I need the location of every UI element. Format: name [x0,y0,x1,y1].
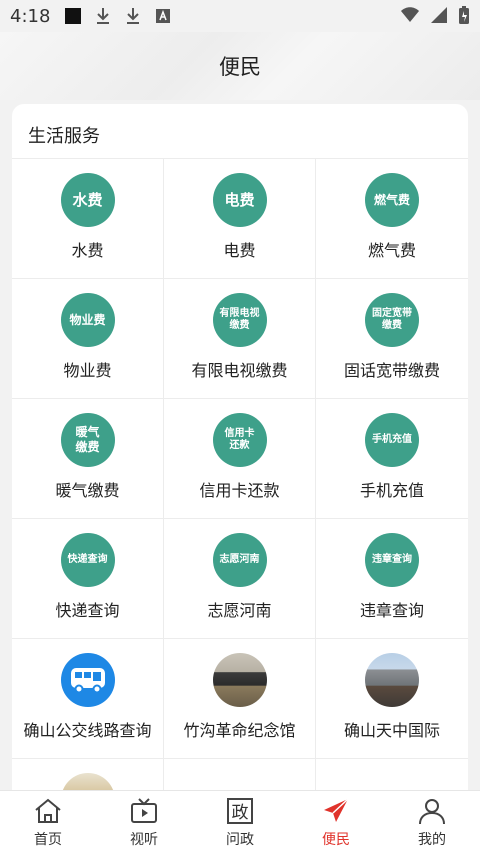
user-icon [417,796,447,826]
service-bus-route[interactable]: 确山公交线路查询 [12,639,164,759]
service-phone-topup[interactable]: 手机充值 手机充值 [316,399,468,519]
service-label: 确山天中国际 [343,721,440,740]
politics-icon: 政 [225,796,255,826]
wifi-icon [400,6,420,29]
service-label: 水费 [71,241,104,260]
service-heating-fee[interactable]: 暖气缴费 暖气缴费 [12,399,164,519]
notification-square-icon [62,5,84,27]
page-header: 便民 [0,32,480,100]
battery-icon [458,5,470,30]
status-bar: 4:18 [0,0,480,32]
service-label: 志愿河南 [207,601,272,620]
download-icon [92,5,114,27]
life-services-card: 生活服务 水费 水费 电费 电费 燃气费 燃气费 物业费 物业费 有限电视缴费 … [12,104,468,804]
express-query-icon: 快递查询 [60,533,115,587]
service-label: 信用卡还款 [199,481,280,500]
signal-icon [430,6,448,29]
traffic-violation-icon: 违章查询 [365,533,419,587]
service-express-query[interactable]: 快递查询 快递查询 [12,519,164,639]
tab-media[interactable]: 视听 [96,791,192,853]
page-title: 便民 [219,55,261,79]
property-fee-icon: 物业费 [60,293,115,347]
service-water-fee[interactable]: 水费 水费 [12,159,164,279]
service-label: 电费 [223,241,256,260]
services-grid: 水费 水费 电费 电费 燃气费 燃气费 物业费 物业费 有限电视缴费 有限电视缴… [12,158,468,804]
section-title: 生活服务 [28,126,100,147]
font-a-icon [152,5,174,27]
service-label: 竹沟革命纪念馆 [183,721,296,740]
service-cable-tv-fee[interactable]: 有限电视缴费 有限电视缴费 [164,279,316,399]
tv-icon [129,796,159,826]
service-property-fee[interactable]: 物业费 物业费 [12,279,164,399]
building-photo-icon [365,653,419,707]
broadband-fee-icon: 固定宽带缴费 [365,293,419,347]
bottom-tab-bar: 首页 视听 政 问政 便民 我的 [0,790,480,853]
credit-card-icon: 信用卡还款 [212,413,267,467]
tab-label: 我的 [418,831,446,848]
service-tianzhong[interactable]: 确山天中国际 [316,639,468,759]
service-label: 确山公交线路查询 [23,721,152,740]
service-label: 暖气缴费 [55,481,120,500]
download-icon [122,5,144,27]
service-electricity-fee[interactable]: 电费 电费 [164,159,316,279]
tab-label: 便民 [322,831,350,848]
memorial-photo-icon [212,653,267,707]
service-label: 有限电视缴费 [191,361,288,380]
service-label: 快递查询 [55,601,120,620]
service-label: 违章查询 [359,601,424,620]
status-time: 4:18 [10,5,51,27]
heating-fee-icon: 暖气缴费 [60,413,115,467]
service-memorial[interactable]: 竹沟革命纪念馆 [164,639,316,759]
service-label: 燃气费 [367,241,416,260]
tab-home[interactable]: 首页 [0,791,96,853]
service-credit-card[interactable]: 信用卡还款 信用卡还款 [164,399,316,519]
volunteer-icon: 志愿河南 [212,533,267,587]
tab-convenience[interactable]: 便民 [288,791,384,853]
water-fee-icon: 水费 [60,173,115,227]
service-broadband-fee[interactable]: 固定宽带缴费 固话宽带缴费 [316,279,468,399]
bus-icon [60,653,115,707]
tab-label: 问政 [226,831,254,848]
home-icon [33,796,63,826]
electricity-fee-icon: 电费 [212,173,267,227]
service-volunteer[interactable]: 志愿河南 志愿河南 [164,519,316,639]
tab-label: 视听 [130,831,158,848]
service-label: 物业费 [63,361,112,380]
service-label: 固话宽带缴费 [343,361,440,380]
send-icon [321,796,351,826]
service-gas-fee[interactable]: 燃气费 燃气费 [316,159,468,279]
tab-label: 首页 [34,831,62,848]
service-traffic-violation[interactable]: 违章查询 违章查询 [316,519,468,639]
cable-tv-fee-icon: 有限电视缴费 [212,293,267,347]
service-label: 手机充值 [359,481,424,500]
tab-politics[interactable]: 政 问政 [192,791,288,853]
gas-fee-icon: 燃气费 [365,173,419,227]
tab-mine[interactable]: 我的 [384,791,480,853]
phone-topup-icon: 手机充值 [365,413,419,467]
politics-icon-glyph: 政 [227,797,253,824]
